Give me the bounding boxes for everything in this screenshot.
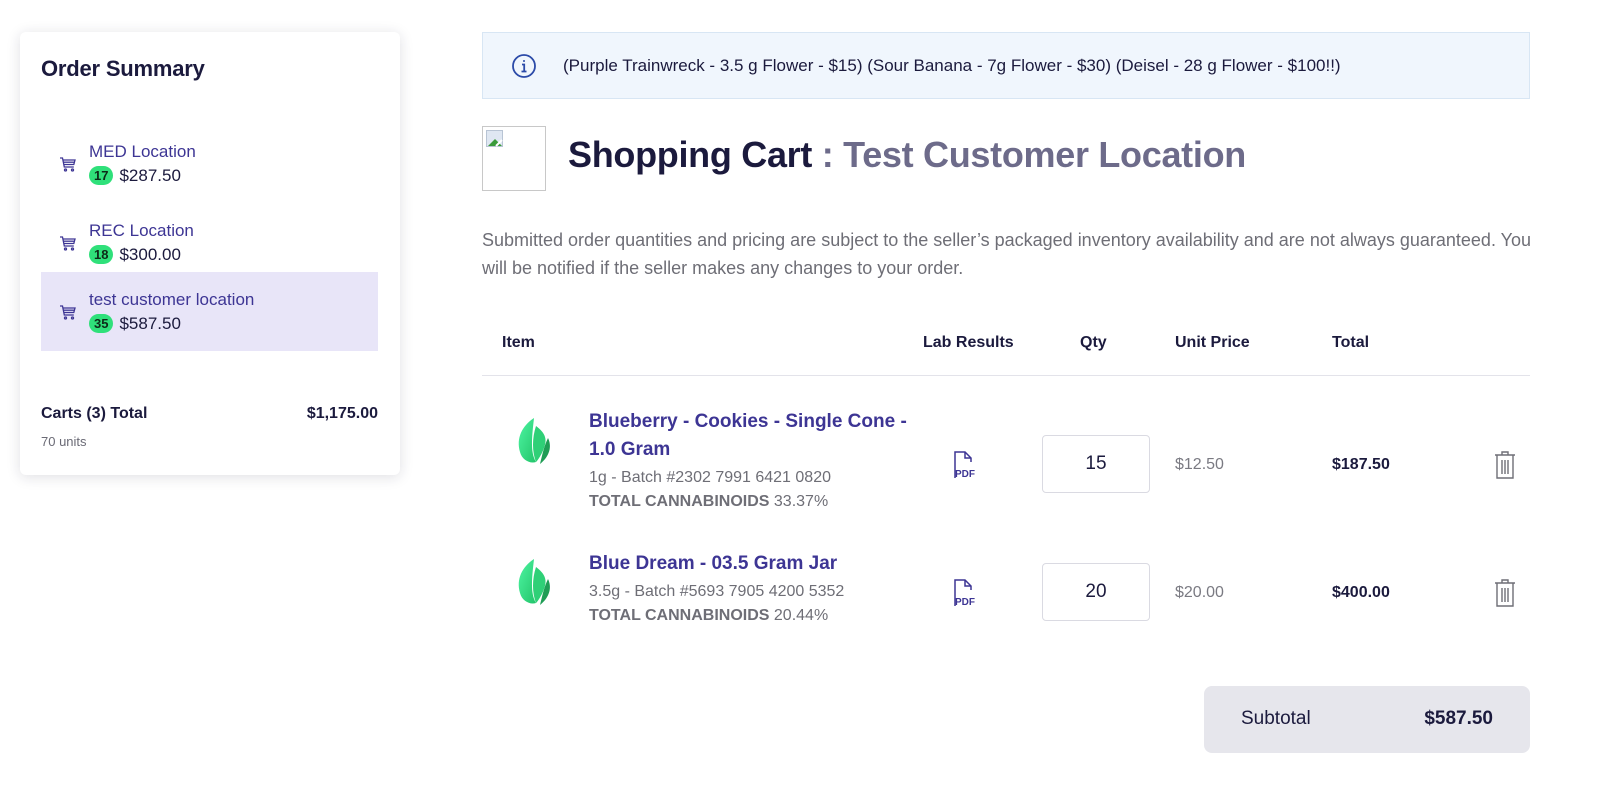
cannabinoids-value: 33.37% xyxy=(769,493,829,510)
leaf-product-icon xyxy=(512,416,558,471)
cart-item-rec-location[interactable]: REC Location 18 $300.00 xyxy=(41,203,378,282)
product-cannabinoids: TOTAL CANNABINOIDS 20.44% xyxy=(589,604,929,628)
column-header-total: Total xyxy=(1332,334,1370,351)
page-title: Shopping Cart : Test Customer Location xyxy=(568,134,1246,176)
table-row: Blue Dream - 03.5 Gram Jar 3.5g - Batch … xyxy=(482,550,1530,640)
svg-text:PDF: PDF xyxy=(955,597,975,608)
product-batch: 1g - Batch #2302 7991 6421 0820 xyxy=(589,469,831,486)
column-header-lab-results: Lab Results xyxy=(923,334,1014,351)
product-cannabinoids: TOTAL CANNABINOIDS 33.37% xyxy=(589,490,929,514)
banner-text: (Purple Trainwreck - 3.5 g Flower - $15)… xyxy=(563,55,1341,75)
cart-location-name: REC Location xyxy=(89,220,194,240)
cannabinoids-label: TOTAL CANNABINOIDS xyxy=(589,607,770,624)
cart-amount: $300.00 xyxy=(119,244,181,264)
broken-image-placeholder xyxy=(482,126,546,191)
broken-image-icon xyxy=(486,130,503,147)
units-badge: 18 xyxy=(89,245,114,264)
cannabinoids-label: TOTAL CANNABINOIDS xyxy=(589,493,770,510)
subtotal-value: $587.50 xyxy=(1424,708,1493,729)
cannabinoids-value: 20.44% xyxy=(769,607,829,624)
trash-icon[interactable] xyxy=(1493,578,1517,613)
quantity-input[interactable] xyxy=(1042,563,1150,621)
product-name-link[interactable]: Blueberry - Cookies - Single Cone - 1.0 … xyxy=(589,408,929,464)
column-header-item: Item xyxy=(502,334,535,351)
cart-icon xyxy=(41,154,89,174)
product-batch: 3.5g - Batch #5693 7905 4200 5352 xyxy=(589,583,845,600)
product-name-link[interactable]: Blue Dream - 03.5 Gram Jar xyxy=(589,550,929,578)
subtotal-label: Subtotal xyxy=(1241,708,1311,729)
svg-text:PDF: PDF xyxy=(955,469,975,480)
subtotal-box: Subtotal $587.50 xyxy=(1204,686,1530,753)
info-banner: (Purple Trainwreck - 3.5 g Flower - $15)… xyxy=(482,32,1530,99)
leaf-product-icon xyxy=(512,557,558,612)
column-header-qty: Qty xyxy=(1080,334,1107,351)
cart-icon xyxy=(41,302,89,322)
cart-amount: $587.50 xyxy=(119,313,181,333)
cart-table-header: Item Lab Results Qty Unit Price Total xyxy=(482,320,1530,376)
units-badge: 35 xyxy=(89,314,114,333)
page-title-main: Shopping Cart xyxy=(568,134,813,175)
pdf-icon[interactable]: PDF xyxy=(952,450,984,485)
product-info: Blue Dream - 03.5 Gram Jar 3.5g - Batch … xyxy=(589,550,929,628)
title-separator: : xyxy=(812,134,844,175)
order-summary-card: Order Summary MED Location 17 $287.50 RE… xyxy=(20,32,400,475)
cart-amount: $287.50 xyxy=(119,165,181,185)
info-icon xyxy=(483,53,563,79)
cart-icon xyxy=(41,233,89,253)
table-row: Blueberry - Cookies - Single Cone - 1.0 … xyxy=(482,408,1530,523)
cart-item-med-location[interactable]: MED Location 17 $287.50 xyxy=(41,124,378,203)
column-header-unit-price: Unit Price xyxy=(1175,334,1250,351)
unit-price: $20.00 xyxy=(1175,584,1224,601)
cart-location-name: test customer location xyxy=(89,289,255,309)
line-total: $187.50 xyxy=(1332,456,1390,473)
unit-price: $12.50 xyxy=(1175,456,1224,473)
carts-total-value: $1,175.00 xyxy=(306,405,378,422)
order-summary-title: Order Summary xyxy=(41,56,205,81)
quantity-input[interactable] xyxy=(1042,435,1150,493)
pdf-icon[interactable]: PDF xyxy=(952,578,984,613)
order-notice: Submitted order quantities and pricing a… xyxy=(482,230,1531,278)
page-title-location: Test Customer Location xyxy=(843,134,1246,175)
carts-total-label: Carts (3) Total xyxy=(41,405,148,422)
product-info: Blueberry - Cookies - Single Cone - 1.0 … xyxy=(589,408,929,514)
cart-item-test-customer-location[interactable]: test customer location 35 $587.50 xyxy=(41,272,378,351)
trash-icon[interactable] xyxy=(1493,450,1517,485)
line-total: $400.00 xyxy=(1332,584,1390,601)
cart-location-name: MED Location xyxy=(89,141,196,161)
total-units: 70 units xyxy=(41,434,87,449)
units-badge: 17 xyxy=(89,166,114,185)
